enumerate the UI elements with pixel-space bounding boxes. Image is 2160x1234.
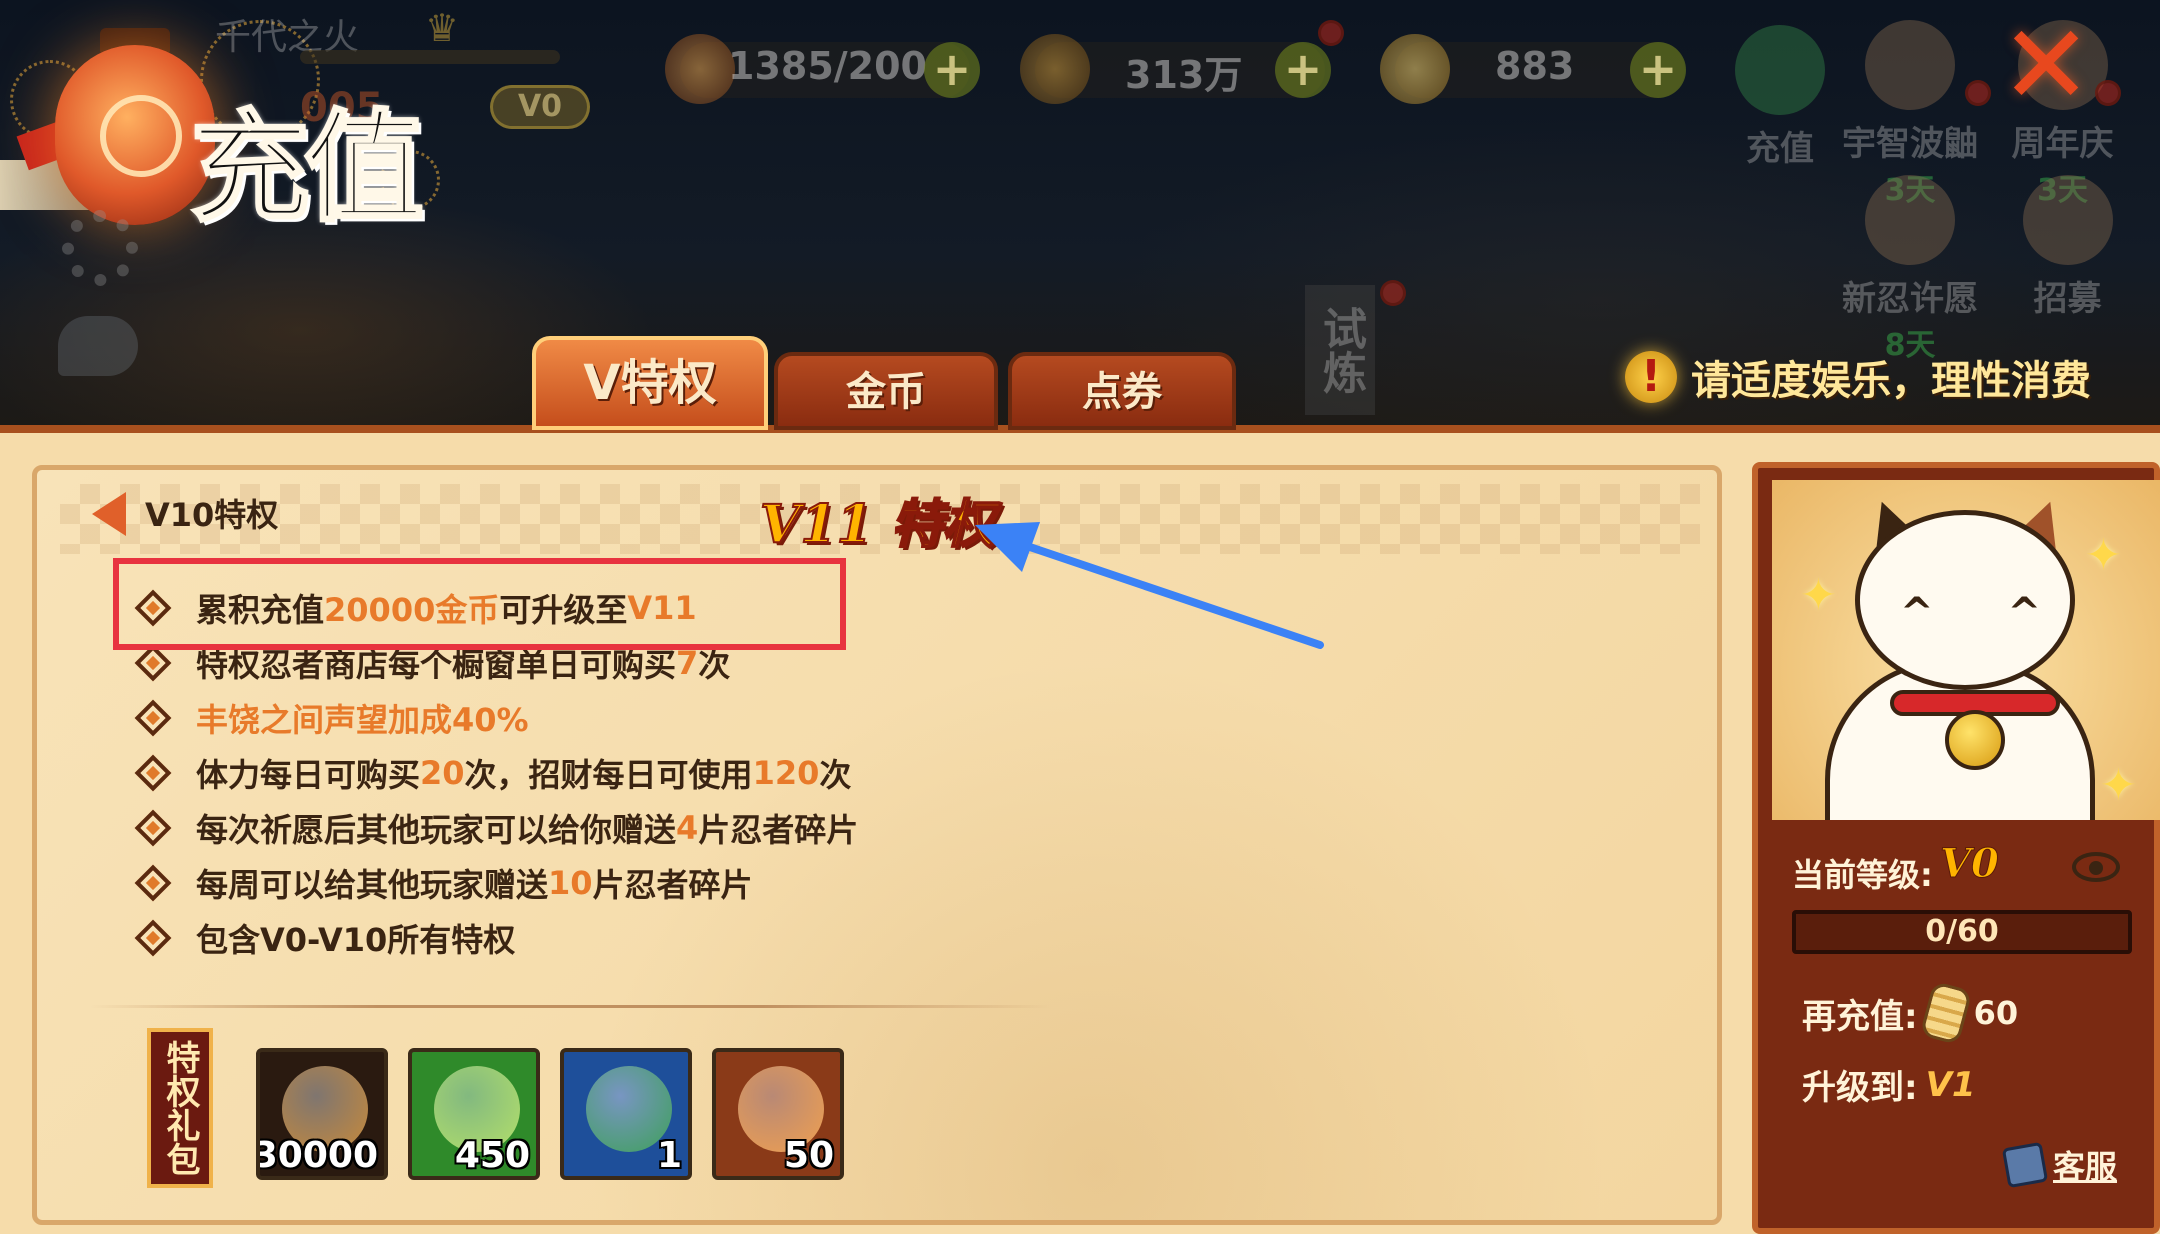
notice-text: 请适度娱乐，理性消费 — [1691, 358, 2091, 404]
upgrade-target: V1 — [1925, 1064, 1976, 1105]
moderation-notice: ! 请适度娱乐，理性消费 — [1625, 348, 2091, 406]
privilege-highlight-text: 4 — [676, 808, 699, 847]
resource-value: 313万 — [1125, 53, 1243, 97]
notification-dot — [1965, 80, 1991, 106]
crown-icon: ♛ — [425, 6, 460, 50]
diamond-bullet-icon — [134, 754, 172, 791]
gift-item[interactable]: 50 — [712, 1048, 844, 1180]
recharge-label: 再充值: — [1802, 996, 1918, 1037]
vip-progress-bar: 0/60 — [1792, 910, 2132, 954]
privilege-item: 丰饶之间声望加成40% — [134, 690, 858, 745]
diamond-bullet-icon — [134, 919, 172, 956]
sparkle-icon: ✦ — [1800, 570, 1837, 621]
annotation-highlight-box — [113, 558, 846, 650]
diamond-bullet-icon — [134, 864, 172, 901]
gift-pack-label: 特权礼包 — [147, 1028, 213, 1188]
trial-tag[interactable]: 试炼 — [1305, 285, 1375, 415]
divider — [90, 1005, 1050, 1008]
close-icon[interactable]: ✕ — [2000, 10, 2092, 120]
ninja-avatar-icon — [1865, 175, 1955, 265]
privilege-highlight-text: 丰饶之间声望加成40% — [196, 700, 529, 739]
chat-icon[interactable] — [58, 316, 138, 376]
gold-coin-stack-icon — [1919, 980, 1973, 1046]
service-icon — [2001, 1141, 2049, 1189]
event-label: 宇智波鼬 — [1842, 124, 1978, 164]
ninja-avatar-icon — [1865, 20, 1955, 110]
upgrade-label: 升级到: — [1802, 1068, 1918, 1108]
warning-icon: ! — [1625, 351, 1677, 403]
add-copper-button[interactable]: + — [1275, 42, 1331, 98]
privilege-text: 每次祈愿后其他玩家可以给你赠送 — [196, 810, 677, 849]
gift-count: 50 — [783, 1135, 834, 1176]
eye-icon[interactable] — [2072, 852, 2120, 882]
event-label: 充值 — [1746, 129, 1814, 169]
gear-icon[interactable] — [62, 210, 138, 286]
back-arrow-icon[interactable] — [92, 492, 126, 536]
gold-coin-stack-icon — [1380, 34, 1450, 104]
ramen-bowl-icon — [665, 34, 735, 104]
privilege-item: 体力每日可购买 20 次，招财每日可使用 120 次 — [134, 745, 858, 800]
diamond-bullet-icon — [134, 809, 172, 846]
privilege-text: 次，招财每日可使用 — [464, 755, 753, 794]
privilege-item: 每次祈愿后其他玩家可以给你赠送 4 片忍者碎片 — [134, 800, 859, 855]
gift-item[interactable]: 30000 — [256, 1048, 388, 1180]
resource-value: 883 — [1495, 44, 1575, 88]
exp-bar — [300, 50, 560, 64]
privilege-text: 体力每日可购买 — [196, 755, 421, 794]
add-gold-button[interactable]: + — [1630, 42, 1686, 98]
event-new-ninja-wish[interactable]: 新忍许愿 8天 — [1820, 175, 2000, 364]
privilege-title: V11 特权 — [759, 493, 996, 556]
prev-privilege-link[interactable]: V10特权 — [145, 490, 278, 536]
privilege-text: 次 — [819, 755, 852, 794]
service-label: 客服 — [2053, 1148, 2118, 1186]
privilege-highlight-text: 20 — [420, 753, 465, 792]
bell-icon — [1945, 710, 2005, 770]
privilege-text: 每周可以给其他玩家赠送 — [196, 865, 549, 904]
gift-count: 1 — [656, 1135, 682, 1176]
upgrade-row: 升级到: V1 — [1802, 1060, 1976, 1109]
event-label: 新忍许愿 — [1842, 279, 1978, 319]
tab-gold[interactable]: 金币 — [774, 352, 998, 430]
gift-count: 450 — [454, 1135, 530, 1176]
privilege-highlight-text: 120 — [752, 753, 820, 792]
copper-coin-icon — [1020, 34, 1090, 104]
recruit-icon — [2022, 175, 2113, 265]
privilege-item: 每周可以给其他玩家赠送 10 片忍者碎片 — [134, 855, 858, 910]
current-level-value: V0 — [1940, 840, 2000, 888]
event-recruit[interactable]: 招募 — [2010, 175, 2125, 320]
tab-v-privilege[interactable]: V特权 — [532, 336, 768, 430]
event-label: 招募 — [2033, 279, 2102, 319]
diamond-bullet-icon — [134, 699, 172, 736]
cat-face: ^ ^ — [1900, 590, 2071, 636]
privilege-item: 包含V0-V10所有特权 — [134, 910, 858, 965]
current-level-label: 当前等级: — [1792, 856, 1933, 894]
frog-icon — [1735, 25, 1825, 115]
gift-count: 30000 — [256, 1135, 378, 1176]
notification-dot — [1380, 280, 1406, 306]
notification-dot — [1318, 20, 1344, 46]
customer-service-button[interactable]: 客服 — [2001, 1141, 2118, 1189]
vip-badge[interactable]: V0 — [490, 85, 590, 129]
gift-item[interactable]: 450 — [408, 1048, 540, 1180]
page-title: 充值 — [189, 96, 426, 240]
resource-value: 1385/200 — [728, 44, 927, 88]
privilege-highlight-text: 10 — [548, 863, 593, 902]
gift-item[interactable]: 1 — [560, 1048, 692, 1180]
tab-coupon[interactable]: 点券 — [1008, 352, 1236, 430]
recharge-row: 再充值: 60 — [1802, 980, 2019, 1046]
progress-text: 0/60 — [1925, 914, 1999, 949]
sparkle-icon: ✦ — [2100, 760, 2137, 811]
notification-dot — [2095, 80, 2121, 106]
event-recharge[interactable]: 充值 — [1725, 25, 1835, 170]
privilege-text: 片忍者碎片 — [698, 810, 859, 849]
recharge-amount: 60 — [1973, 994, 2019, 1032]
sparkle-icon: ✦ — [2085, 530, 2122, 581]
privilege-text: 片忍者碎片 — [592, 865, 753, 904]
privilege-text: 包含V0-V10所有特权 — [196, 920, 516, 959]
add-stamina-button[interactable]: + — [924, 42, 980, 98]
